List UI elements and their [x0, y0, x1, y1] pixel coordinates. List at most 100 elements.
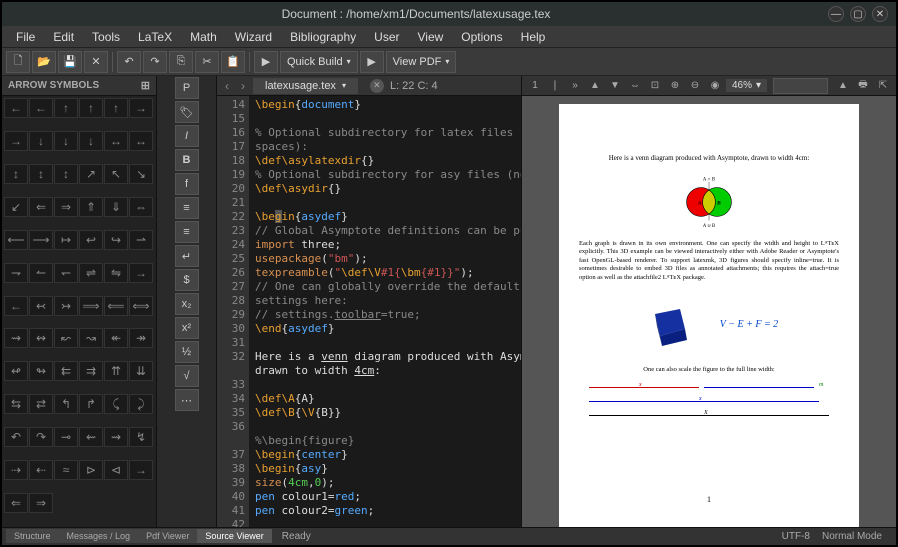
symbol-1[interactable]: ← — [29, 98, 53, 118]
expand-icon[interactable]: » — [566, 78, 584, 94]
symbol-73[interactable]: ⇒ — [29, 493, 53, 513]
editor-tab[interactable]: latexusage.tex▾ — [253, 78, 358, 94]
symbol-12[interactable]: ↕ — [4, 164, 28, 184]
symbol-44[interactable]: ↜ — [54, 328, 78, 348]
symbol-28[interactable]: ↪ — [104, 230, 128, 250]
print-icon[interactable]: 🖶 — [854, 78, 872, 94]
symbol-18[interactable]: ↙ — [4, 197, 28, 217]
menu-help[interactable]: Help — [513, 28, 554, 46]
symbol-71[interactable]: → — [129, 460, 153, 480]
zoom-select[interactable]: 46%▾ — [726, 79, 767, 92]
sqrt-button[interactable]: √ — [175, 365, 199, 387]
symbol-30[interactable]: ⇁ — [4, 263, 28, 283]
italic-button[interactable]: I — [175, 125, 199, 147]
symbol-36[interactable]: ← — [4, 296, 28, 316]
symbol-48[interactable]: ↫ — [4, 361, 28, 381]
symbol-62[interactable]: ⊸ — [54, 427, 78, 447]
symbol-23[interactable]: ⇔ — [129, 197, 153, 217]
minimize-button[interactable]: — — [828, 6, 844, 22]
symbol-41[interactable]: ⟺ — [129, 296, 153, 316]
page-down-icon[interactable]: ▼ — [606, 78, 624, 94]
label-button[interactable]: 🏷 — [175, 101, 199, 123]
bookmark-icon[interactable]: ❘ — [546, 78, 564, 94]
status-tab-source-viewer[interactable]: Source Viewer — [197, 529, 271, 543]
symbol-6[interactable]: → — [4, 131, 28, 151]
symbol-3[interactable]: ↑ — [79, 98, 103, 118]
page-up-icon[interactable]: ▲ — [586, 78, 604, 94]
tab-prev-icon[interactable]: ‹ — [221, 79, 233, 93]
symbol-16[interactable]: ↖ — [104, 164, 128, 184]
format-button[interactable]: f — [175, 173, 199, 195]
symbol-52[interactable]: ⇈ — [104, 361, 128, 381]
symbol-57[interactable]: ↱ — [79, 394, 103, 414]
menu-wizard[interactable]: Wizard — [227, 28, 280, 46]
symbol-15[interactable]: ↗ — [79, 164, 103, 184]
symbol-59[interactable]: ⤸ — [129, 394, 153, 414]
menu-options[interactable]: Options — [453, 28, 510, 46]
symbol-27[interactable]: ↩ — [79, 230, 103, 250]
symbol-21[interactable]: ⇑ — [79, 197, 103, 217]
save-button[interactable]: 💾 — [58, 51, 82, 73]
symbol-66[interactable]: ⇢ — [4, 460, 28, 480]
menu-bibliography[interactable]: Bibliography — [282, 28, 364, 46]
symbol-54[interactable]: ⇆ — [4, 394, 28, 414]
zoom-in-icon[interactable]: ⊕ — [666, 78, 684, 94]
view-button[interactable]: ▶ — [360, 51, 384, 73]
undo-button[interactable]: ↶ — [117, 51, 141, 73]
symbol-14[interactable]: ↕ — [54, 164, 78, 184]
symbol-50[interactable]: ⇇ — [54, 361, 78, 381]
part-button[interactable]: P — [175, 77, 199, 99]
symbol-33[interactable]: ⇌ — [79, 263, 103, 283]
close-button[interactable]: ✕ — [872, 6, 888, 22]
redo-button[interactable]: ↷ — [143, 51, 167, 73]
symbol-40[interactable]: ⟸ — [104, 296, 128, 316]
menu-math[interactable]: Math — [182, 28, 225, 46]
math-button[interactable]: $ — [175, 269, 199, 291]
new-file-button[interactable]: 🗋 — [6, 51, 30, 73]
symbol-11[interactable]: ↔ — [129, 131, 153, 151]
view-mode-icon[interactable]: ◉ — [706, 78, 724, 94]
menu-view[interactable]: View — [410, 28, 452, 46]
symbol-47[interactable]: ↠ — [129, 328, 153, 348]
symbol-19[interactable]: ⇐ — [29, 197, 53, 217]
symbol-25[interactable]: ⟶ — [29, 230, 53, 250]
symbol-60[interactable]: ↶ — [4, 427, 28, 447]
symbol-2[interactable]: ↑ — [54, 98, 78, 118]
symbol-51[interactable]: ⇉ — [79, 361, 103, 381]
symbol-69[interactable]: ⊳ — [79, 460, 103, 480]
symbol-72[interactable]: ⇐ — [4, 493, 28, 513]
menu-file[interactable]: File — [8, 28, 43, 46]
code-editor[interactable]: 1415161718192021222324252627282930313233… — [217, 96, 521, 527]
cut-button[interactable]: ✂ — [195, 51, 219, 73]
symbol-20[interactable]: ⇒ — [54, 197, 78, 217]
symbol-17[interactable]: ↘ — [129, 164, 153, 184]
tab-next-icon[interactable]: › — [237, 79, 249, 93]
symbol-58[interactable]: ⤹ — [104, 394, 128, 414]
special-button[interactable]: ⋯ — [175, 389, 199, 411]
symbol-42[interactable]: ⇝ — [4, 328, 28, 348]
maximize-button[interactable]: ▢ — [850, 6, 866, 22]
symbol-10[interactable]: ↔ — [104, 131, 128, 151]
external-icon[interactable]: ⇱ — [874, 78, 892, 94]
symbol-65[interactable]: ↯ — [129, 427, 153, 447]
symbol-39[interactable]: ⟹ — [79, 296, 103, 316]
symbol-61[interactable]: ↷ — [29, 427, 53, 447]
symbol-9[interactable]: ↓ — [79, 131, 103, 151]
symbol-49[interactable]: ↬ — [29, 361, 53, 381]
symbol-55[interactable]: ⇄ — [29, 394, 53, 414]
symbol-31[interactable]: ↼ — [29, 263, 53, 283]
fit-page-icon[interactable]: ⊡ — [646, 78, 664, 94]
run-button[interactable]: ▶ — [254, 51, 278, 73]
status-tab-structure[interactable]: Structure — [6, 529, 59, 543]
symbol-34[interactable]: ⇋ — [104, 263, 128, 283]
menu-latex[interactable]: LaTeX — [130, 28, 180, 46]
symbol-0[interactable]: ← — [4, 98, 28, 118]
symbol-13[interactable]: ↕ — [29, 164, 53, 184]
symbol-64[interactable]: ⇝ — [104, 427, 128, 447]
symbol-68[interactable]: ≈ — [54, 460, 78, 480]
viewer-select[interactable]: View PDF▾ — [386, 51, 457, 73]
menu-edit[interactable]: Edit — [45, 28, 82, 46]
symbol-37[interactable]: ↢ — [29, 296, 53, 316]
paste-button[interactable]: 📋 — [221, 51, 245, 73]
symbol-67[interactable]: ⇠ — [29, 460, 53, 480]
